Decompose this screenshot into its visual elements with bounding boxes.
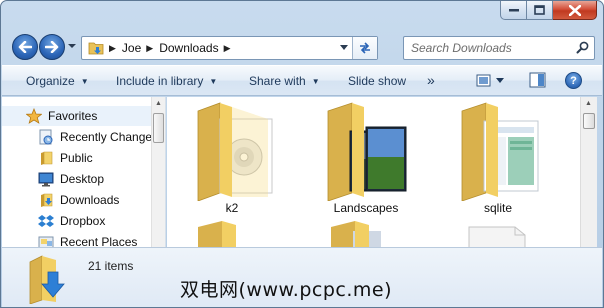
file-name: k2 — [225, 201, 239, 215]
sidebar-item-label: Downloads — [60, 193, 120, 207]
file-view: k2 Landscapes sqlite — [167, 97, 580, 247]
include-in-library-button[interactable]: Include in library ▼ — [116, 74, 217, 88]
slide-show-button[interactable]: Slide show — [348, 74, 406, 88]
history-dropdown-icon[interactable] — [68, 42, 76, 50]
address-dropdown-icon[interactable] — [340, 45, 348, 51]
sidebar-item-label: Recent Places — [60, 235, 138, 247]
folder-icon — [38, 150, 54, 166]
sidebar-item-label: Favorites — [48, 109, 98, 123]
more-commands-button[interactable]: » — [427, 72, 435, 88]
search-input[interactable] — [404, 37, 569, 59]
sidebar-item-recently-changed[interactable]: Recently Changed — [2, 127, 159, 147]
change-view-button[interactable] — [476, 72, 506, 90]
details-pane: 21 items 双电网(www.pcpc.me) — [2, 247, 602, 307]
share-with-label: Share with — [249, 74, 306, 88]
navigation-row: ▶ Joe ▶ Downloads ▶ — [10, 33, 595, 61]
sidebar-item-downloads[interactable]: Downloads — [2, 190, 152, 210]
minimize-button[interactable] — [500, 1, 527, 20]
scrollbar-thumb[interactable] — [153, 113, 164, 143]
sidebar-item-recent-places[interactable]: Recent Places — [2, 232, 152, 247]
search-icon[interactable] — [576, 41, 589, 54]
folder-photos-icon — [327, 102, 407, 202]
file-item-k2[interactable]: k2 — [182, 97, 282, 221]
close-icon — [568, 4, 581, 16]
back-button[interactable] — [12, 34, 38, 60]
scrollbar-thumb[interactable] — [583, 113, 595, 129]
folder-icon — [88, 42, 104, 55]
share-with-button[interactable]: Share with ▼ — [249, 74, 320, 88]
downloads-folder-icon — [29, 255, 65, 304]
close-button[interactable] — [553, 1, 597, 20]
file-view-scrollbar[interactable]: ▲ — [580, 97, 597, 247]
chevron-down-icon: ▼ — [209, 76, 218, 86]
explorer-window: ▶ Joe ▶ Downloads ▶ Organize ▼ Include in… — [0, 0, 604, 308]
organize-label: Organize — [26, 74, 75, 88]
dropbox-icon — [38, 213, 54, 229]
organize-button[interactable]: Organize ▼ — [26, 74, 89, 88]
sidebar-item-desktop[interactable]: Desktop — [2, 169, 152, 189]
file-name: Landscapes — [333, 201, 399, 215]
breadcrumb-separator-icon[interactable]: ▶ — [224, 43, 231, 54]
include-in-library-label: Include in library — [116, 74, 204, 88]
search-box[interactable] — [403, 36, 595, 60]
folder-icon[interactable] — [192, 221, 242, 247]
refresh-icon — [360, 42, 370, 54]
sidebar-item-dropbox[interactable]: Dropbox — [2, 211, 152, 231]
file-name: sqlite — [483, 201, 512, 215]
forward-arrow-icon — [45, 41, 59, 53]
minimize-icon — [508, 9, 519, 12]
maximize-button[interactable] — [527, 1, 553, 20]
file-item-sqlite[interactable]: sqlite — [448, 97, 548, 221]
sidebar-item-label: Dropbox — [60, 214, 106, 228]
folder-document-icon — [461, 102, 539, 202]
help-button[interactable]: ? — [565, 72, 582, 89]
caption-buttons — [500, 1, 597, 20]
breadcrumb-downloads[interactable]: Downloads — [159, 41, 218, 55]
star-icon — [26, 108, 42, 124]
downloads-icon — [38, 192, 54, 208]
folder-disc-icon — [197, 102, 273, 202]
item-count: 21 items — [88, 259, 134, 273]
slide-show-label: Slide show — [348, 74, 407, 88]
recent-icon — [38, 129, 54, 145]
chevron-down-icon: ▼ — [311, 76, 320, 86]
refresh-button[interactable] — [352, 37, 377, 59]
sidebar-item-label: Recently Changed — [60, 130, 159, 144]
desktop-icon — [38, 171, 54, 187]
command-bar: Organize ▼ Include in library ▼ Share with… — [2, 65, 602, 96]
address-bar[interactable]: ▶ Joe ▶ Downloads ▶ — [81, 36, 378, 60]
chevron-down-icon: ▼ — [80, 76, 89, 86]
chevron-down-icon — [496, 78, 504, 83]
document-icon[interactable] — [467, 225, 527, 247]
forward-button[interactable] — [39, 34, 65, 60]
sidebar-item-favorites[interactable]: Favorites — [2, 106, 152, 126]
folder-icon[interactable] — [325, 221, 385, 247]
file-item-landscapes[interactable]: Landscapes — [316, 97, 416, 221]
navigation-pane-scrollbar[interactable]: ▲ — [151, 97, 165, 247]
recent-places-icon — [38, 234, 54, 247]
view-icon — [476, 74, 491, 87]
watermark: 双电网(www.pcpc.me) — [180, 279, 392, 301]
maximize-icon — [534, 5, 545, 15]
sidebar-item-public[interactable]: Public — [2, 148, 152, 168]
breadcrumb-separator-icon[interactable]: ▶ — [109, 43, 116, 54]
scroll-up-icon[interactable]: ▲ — [155, 100, 162, 107]
scroll-up-icon[interactable]: ▲ — [585, 100, 592, 107]
sidebar-item-label: Desktop — [60, 172, 105, 186]
navigation-pane: Favorites Recently Changed Public Deskto… — [2, 97, 166, 247]
breadcrumb-separator-icon[interactable]: ▶ — [146, 43, 153, 54]
sidebar-item-label: Public — [60, 151, 93, 165]
back-arrow-icon — [18, 41, 32, 53]
breadcrumb-joe[interactable]: Joe — [122, 41, 141, 55]
preview-pane-icon[interactable] — [529, 72, 546, 89]
